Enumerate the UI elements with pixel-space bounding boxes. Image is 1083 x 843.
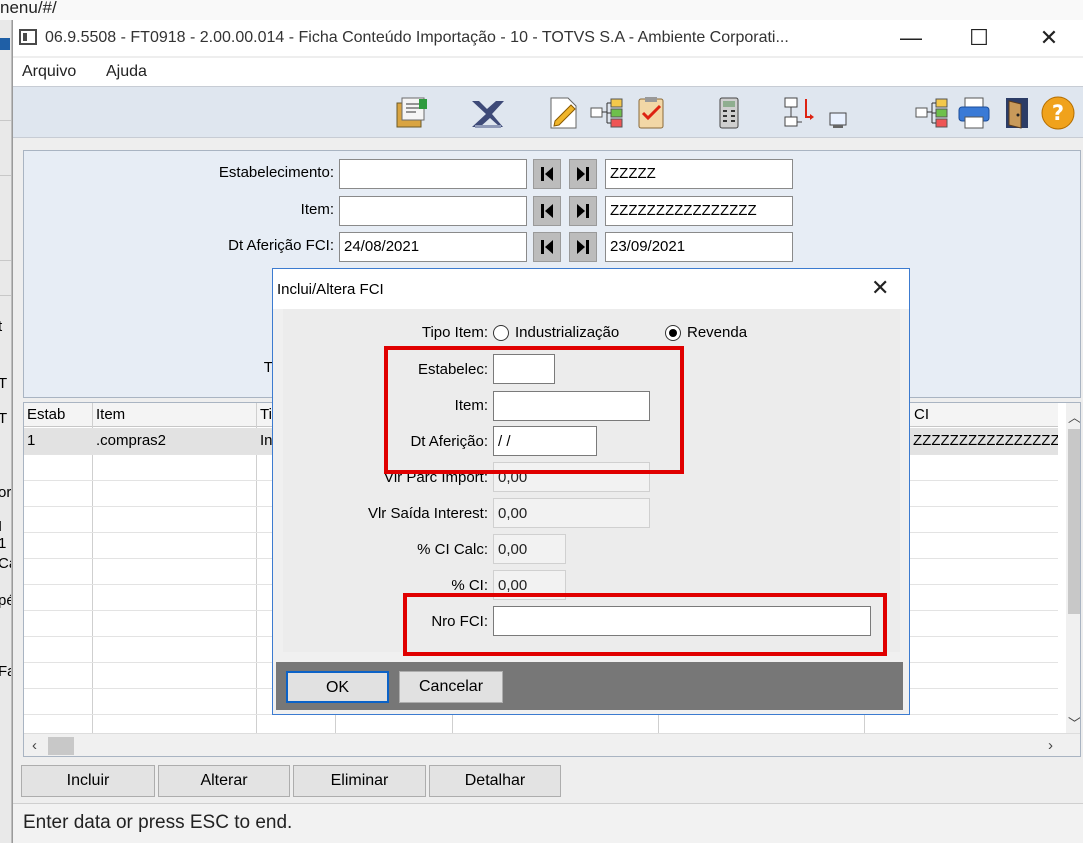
ci-calc-field: 0,00 [493,534,566,564]
dialog-button-bar: OK Cancelar [276,662,903,710]
bg-fragment: T [0,410,7,427]
dialog-title-bar: Inclui/Altera FCI ✕ [273,269,909,309]
browser-strip: nenu/#/ [0,0,1083,20]
minimize-button[interactable]: — [888,24,934,52]
bg-fragment: T [0,375,7,392]
vertical-scrollbar[interactable]: ︿ ﹀ [1066,403,1080,733]
hierarquia2-icon[interactable] [914,95,950,131]
detalhar-button[interactable]: Detalhar [429,765,561,797]
first-icon[interactable] [533,232,561,262]
radio-industrializacao[interactable] [493,325,509,341]
background-app-icon [0,38,10,50]
ok-button[interactable]: OK [286,671,389,703]
estabelecimento-label: Estabelecimento: [218,164,334,181]
excel-icon[interactable] [469,95,505,131]
menu-bar: Arquivo Ajuda [13,58,1083,86]
tipo-item-label: Tipo Item: [421,324,488,341]
highlight-box-identificacao [384,346,684,474]
bg-fragment: pé [0,592,11,609]
hierarquia-icon[interactable] [589,95,625,131]
scroll-thumb[interactable] [48,737,74,755]
exportar-icon[interactable] [394,95,430,131]
horizontal-scrollbar[interactable]: ‹ › [24,733,1080,756]
bg-fragment: Ca [0,555,11,572]
title-bar: 06.9.5508 - FT0918 - 2.00.00.014 - Ficha… [13,20,1083,56]
ajuda-icon[interactable]: ? [1040,95,1076,131]
item-to-input[interactable]: ZZZZZZZZZZZZZZZZ [605,196,793,226]
menu-ajuda[interactable]: Ajuda [106,63,147,81]
cell-estab: 1 [24,428,92,454]
scroll-left-icon[interactable]: ‹ [32,737,37,754]
sair-icon[interactable] [999,95,1035,131]
last-icon[interactable] [569,159,597,189]
incluir-button[interactable]: Incluir [21,765,155,797]
bg-fragment: or [0,484,12,501]
radio-revenda-label[interactable]: Revenda [687,324,747,341]
eliminar-button[interactable]: Eliminar [293,765,426,797]
scroll-right-icon[interactable]: › [1048,737,1053,754]
dt-from-input[interactable]: 24/08/2021 [339,232,527,262]
dt-afericao-label: Dt Aferição FCI: [228,237,334,254]
scroll-thumb[interactable] [1068,429,1080,614]
first-icon[interactable] [533,196,561,226]
impressora-icon[interactable] [956,95,992,131]
window-title: 06.9.5508 - FT0918 - 2.00.00.014 - Ficha… [45,29,789,46]
cell-fci: ZZZZZZZZZZZZZZZZ [910,428,1058,454]
toolbar: ? [13,86,1083,138]
dialog-title: Inclui/Altera FCI [277,281,384,298]
checklist-icon[interactable] [633,95,669,131]
item-from-input[interactable] [339,196,527,226]
alterar-button[interactable]: Alterar [158,765,290,797]
background-window-edge: t T T or I 1 Ca pé Fa [0,20,12,843]
scroll-up-icon[interactable]: ︿ [1068,407,1080,426]
estabelecimento-to-input[interactable]: ZZZZZ [605,159,793,189]
last-icon[interactable] [569,232,597,262]
maximize-button[interactable]: ☐ [956,24,1002,52]
dialog-close-button[interactable]: ✕ [871,275,889,301]
ci-calc-label: % CI Calc: [417,541,488,558]
bg-fragment: t [0,318,2,335]
close-button[interactable]: ✕ [1026,24,1072,52]
editar-icon[interactable] [545,95,581,131]
bg-fragment: I 1 [0,518,11,552]
cell-item: .compras2 [93,428,256,454]
vlr-saida-interest-field: 0,00 [493,498,650,528]
vlr-saida-interest-label: Vlr Saída Interest: [367,505,488,522]
calculadora-icon[interactable] [711,95,747,131]
svg-text:?: ? [1052,101,1064,125]
status-text: Enter data or press ESC to end. [23,812,293,833]
bg-fragment: Fa [0,663,11,680]
cancelar-button[interactable]: Cancelar [399,671,503,703]
last-icon[interactable] [569,196,597,226]
menu-arquivo[interactable]: Arquivo [22,63,76,81]
column-header-estab[interactable]: Estab [24,403,92,427]
dt-to-input[interactable]: 23/09/2021 [605,232,793,262]
highlight-box-nro-fci [403,593,887,656]
browser-url-fragment: nenu/#/ [0,0,57,17]
ci-label: % CI: [451,577,488,594]
rede-icon[interactable] [782,95,818,131]
estabelecimento-from-input[interactable] [339,159,527,189]
item-label: Item: [300,201,334,218]
scroll-down-icon[interactable]: ﹀ [1068,713,1080,732]
radio-industrializacao-label[interactable]: Industrialização [515,324,619,341]
first-icon[interactable] [533,159,561,189]
rede2-icon[interactable] [818,95,854,131]
app-window-icon [19,29,37,45]
radio-revenda[interactable] [665,325,681,341]
column-header-item[interactable]: Item [93,403,256,427]
status-bar: Enter data or press ESC to end. [13,803,1083,843]
